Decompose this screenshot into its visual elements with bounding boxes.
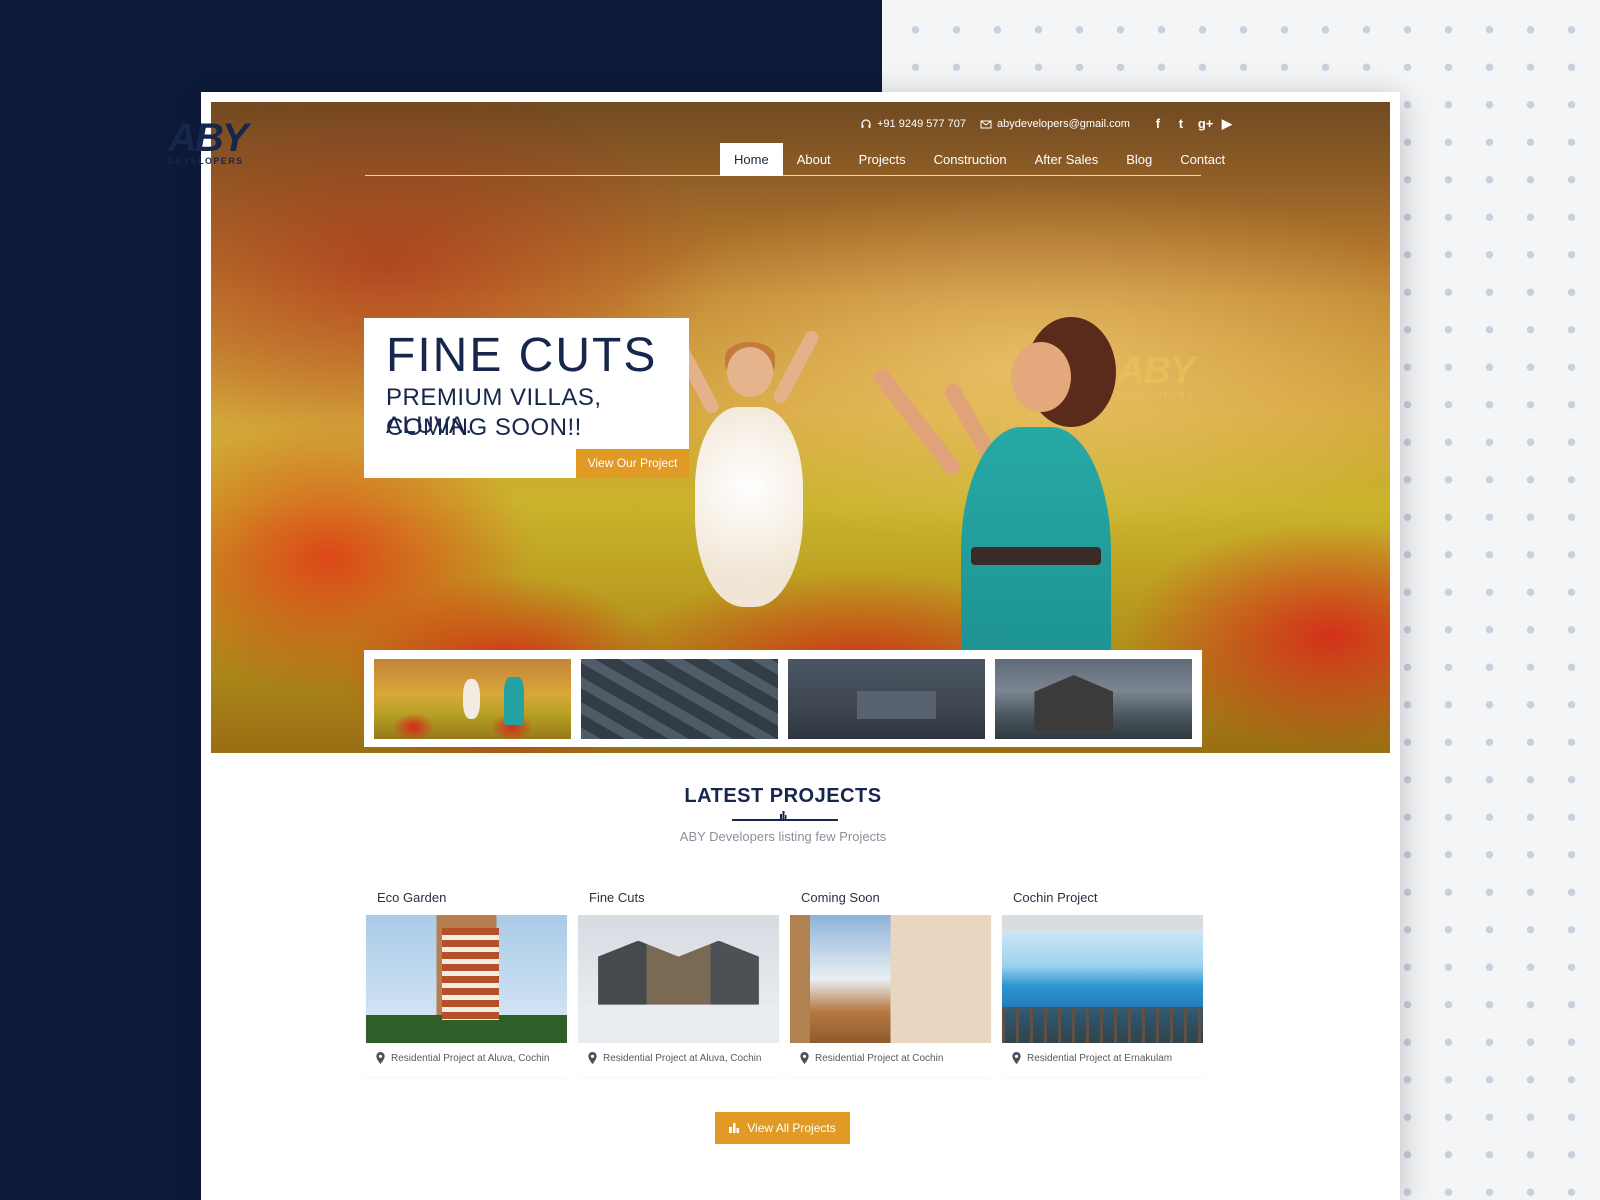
project-card-title: Coming Soon — [801, 890, 880, 905]
nav-divider — [365, 175, 1201, 176]
project-card-location: Residential Project at Cochin — [815, 1052, 944, 1064]
top-contact-bar: +91 9249 577 707 abydevelopers@gmail.com… — [860, 115, 1233, 133]
brand-logo[interactable]: ABY DEVELOPERS — [168, 118, 278, 174]
project-card-fine-cuts[interactable]: Fine Cuts Residential Project at Aluva, … — [578, 880, 779, 1077]
project-card-location: Residential Project at Aluva, Cochin — [391, 1052, 550, 1064]
view-our-project-button[interactable]: View Our Project — [576, 449, 689, 478]
project-card-eco-garden[interactable]: Eco Garden Residential Project at Aluva,… — [366, 880, 567, 1077]
phone-contact[interactable]: +91 9249 577 707 — [860, 118, 966, 130]
envelope-icon — [980, 120, 992, 129]
latest-projects-subtitle: ABY Developers listing few Projects — [679, 829, 887, 844]
hero-promo-card: FINE CUTS PREMIUM VILLAS, ALUVA. COMING … — [364, 318, 689, 478]
facebook-icon[interactable]: f — [1152, 116, 1164, 132]
social-links: f t g+ ▶ — [1152, 116, 1233, 132]
thumbnail-interior-bedroom[interactable] — [788, 659, 985, 739]
project-card-title: Cochin Project — [1013, 890, 1098, 905]
nav-item-blog[interactable]: Blog — [1112, 143, 1166, 176]
youtube-icon[interactable]: ▶ — [1221, 116, 1233, 132]
email-address: abydevelopers@gmail.com — [997, 118, 1130, 130]
map-pin-icon — [588, 1052, 597, 1064]
nav-item-construction[interactable]: Construction — [920, 143, 1021, 176]
map-pin-icon — [376, 1052, 385, 1064]
hero-subtitle-line-2: COMING SOON!! — [386, 414, 582, 441]
thumbnail-villa-exterior[interactable] — [995, 659, 1192, 739]
project-card-coming-soon[interactable]: Coming Soon Residential Project at Cochi… — [790, 880, 991, 1077]
building-icon — [780, 811, 787, 819]
nav-item-contact[interactable]: Contact — [1166, 143, 1239, 176]
email-contact[interactable]: abydevelopers@gmail.com — [980, 118, 1130, 130]
project-card-cochin-project[interactable]: Cochin Project Residential Project at Er… — [1002, 880, 1203, 1077]
project-card-location: Residential Project at Ernakulam — [1027, 1052, 1173, 1064]
latest-projects-title: LATEST PROJECTS — [684, 785, 882, 807]
hero-title: FINE CUTS — [386, 329, 658, 382]
thumbnail-hero-family[interactable] — [374, 659, 571, 739]
hero-thumbnail-strip — [364, 650, 1202, 747]
nav-item-home[interactable]: Home — [720, 143, 783, 176]
project-image-coming-soon — [790, 915, 991, 1043]
hero-watermark-logo: ABY DEVELOPERS — [1117, 350, 1195, 400]
nav-item-after-sales[interactable]: After Sales — [1021, 143, 1113, 176]
phone-number: +91 9249 577 707 — [877, 118, 967, 130]
hero-child-figure — [671, 328, 821, 637]
project-card-title: Fine Cuts — [589, 890, 645, 905]
google-plus-icon[interactable]: g+ — [1198, 116, 1214, 132]
project-image-cochin-project — [1002, 915, 1203, 1043]
view-all-projects-label: View All Projects — [747, 1121, 836, 1135]
project-image-fine-cuts — [578, 915, 779, 1043]
main-navigation: Home About Projects Construction After S… — [720, 143, 1239, 176]
nav-item-projects[interactable]: Projects — [845, 143, 920, 176]
title-underline — [732, 819, 838, 821]
twitter-icon[interactable]: t — [1175, 116, 1187, 132]
nav-item-about[interactable]: About — [783, 143, 845, 176]
map-pin-icon — [800, 1052, 809, 1064]
project-card-location: Residential Project at Aluva, Cochin — [603, 1052, 762, 1064]
thumbnail-aerial-villas[interactable] — [581, 659, 778, 739]
map-pin-icon — [1012, 1052, 1021, 1064]
project-card-title: Eco Garden — [377, 890, 447, 905]
project-image-eco-garden — [366, 915, 567, 1043]
building-icon — [729, 1123, 740, 1133]
view-all-projects-button[interactable]: View All Projects — [715, 1112, 850, 1144]
logo-mark: ABY — [168, 116, 248, 160]
logo-subtext: DEVELOPERS — [168, 156, 244, 166]
headset-icon — [861, 119, 871, 128]
